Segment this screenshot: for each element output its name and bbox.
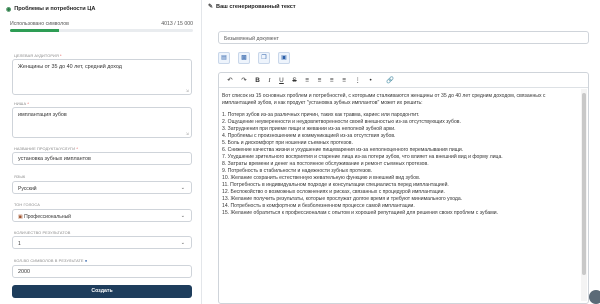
info-icon: ● bbox=[84, 258, 88, 263]
content-list-item: 11. Потребность в индивидуальном подходе… bbox=[222, 182, 449, 188]
lightbulb-icon: ◉ bbox=[6, 6, 12, 13]
document-actions: ▤ ▩ ❐ ▣ bbox=[218, 52, 290, 64]
content-list-item: 12. Беспокойство о возможных осложнениях… bbox=[222, 189, 445, 195]
result-title: Ваш сгенерированный текст bbox=[216, 3, 296, 10]
content-intro: Вот список из 15 основных проблем и потр… bbox=[222, 93, 546, 106]
chevron-down-icon: ⌄ bbox=[180, 213, 185, 219]
content-list-item: 14. Потребность в комфортном и безболезн… bbox=[222, 203, 415, 209]
results-label: Количество результатов bbox=[14, 230, 71, 235]
product-value: установка зубных имплантов bbox=[18, 156, 91, 162]
content-list-item: 7. Ухудшение зрительного восприятия и ст… bbox=[222, 154, 503, 160]
results-value: 1 bbox=[18, 240, 21, 247]
content-list: 1. Потеря зубов из-за различных причин, … bbox=[222, 112, 572, 217]
usage-count: 4013 / 15 000 bbox=[161, 21, 193, 27]
copy-icon[interactable]: ❐ bbox=[258, 52, 270, 64]
doc-icon[interactable]: ▤ bbox=[218, 52, 230, 64]
tone-label: Тон голоса bbox=[14, 202, 40, 207]
results-select[interactable]: 1 ⌄ bbox=[12, 236, 192, 249]
language-select[interactable]: Русский ⌄ bbox=[12, 181, 192, 194]
language-label: Язык bbox=[14, 174, 26, 179]
audience-value: Женщины от 35 до 40 лет, средний доход bbox=[18, 64, 122, 70]
chevron-down-icon: ⌄ bbox=[180, 185, 185, 191]
generator-form-panel: ◉ Проблемы и потребности ЦА Использовано… bbox=[0, 0, 202, 304]
tone-value: Профессиональный bbox=[24, 213, 71, 220]
scrollbar-thumb[interactable] bbox=[582, 93, 586, 275]
tone-select[interactable]: ▣ Профессиональный ⌄ bbox=[12, 209, 192, 222]
form-title: Проблемы и потребности ЦА bbox=[14, 6, 96, 12]
content-list-item: 5. Боль и дискомфорт при ношении съемных… bbox=[222, 140, 353, 146]
content-list-item: 4. Проблемы с произношением и коммуникац… bbox=[222, 133, 396, 139]
audience-label: Целевая аудитория * bbox=[14, 53, 62, 58]
redo-icon[interactable]: ↷ bbox=[241, 73, 246, 88]
document-name-input[interactable]: Безымянный документ bbox=[218, 31, 589, 44]
pencil-icon: ✎ bbox=[208, 4, 214, 10]
form-header: ◉ Проблемы и потребности ЦА bbox=[6, 3, 201, 15]
result-header: ✎ Ваш сгенерированный текст bbox=[208, 3, 296, 11]
create-button[interactable]: Создать bbox=[12, 285, 192, 298]
align-center-icon[interactable]: ≡ bbox=[318, 73, 322, 88]
content-list-item: 10. Желание сохранить естественную жеват… bbox=[222, 175, 421, 181]
content-list-item: 6. Снижение качества жизни и ухудшение п… bbox=[222, 147, 464, 153]
niche-value: имплантация зубов bbox=[18, 112, 67, 118]
editor-toolbar: ↶ ↷ B I U S ≡ ≡ ≡ ≡ ⋮ • 🔗 bbox=[219, 73, 588, 88]
align-right-icon[interactable]: ≡ bbox=[330, 73, 334, 88]
usage-progress-bar bbox=[10, 29, 193, 32]
align-left-icon[interactable]: ≡ bbox=[305, 73, 309, 88]
strike-icon[interactable]: S bbox=[292, 73, 296, 88]
language-value: Русский bbox=[18, 185, 37, 192]
content-list-item: 9. Потребность в стабильности и надежнос… bbox=[222, 168, 373, 174]
usage-row: Использовано символов 4013 / 15 000 bbox=[10, 21, 193, 27]
italic-icon[interactable]: I bbox=[268, 73, 270, 88]
chars-input[interactable]: 2000 bbox=[12, 265, 192, 278]
undo-icon[interactable]: ↶ bbox=[227, 73, 232, 88]
editor-content[interactable]: Вот список из 15 основных проблем и потр… bbox=[219, 88, 588, 217]
audience-textarea[interactable]: Женщины от 35 до 40 лет, средний доход ⇲ bbox=[12, 59, 192, 95]
content-list-item: 3. Затруднения при приеме пищи и жевании… bbox=[222, 126, 396, 132]
chars-value: 2000 bbox=[18, 269, 30, 275]
bullet-list-icon[interactable]: • bbox=[370, 73, 372, 88]
content-list-item: 13. Желание получить результаты, которые… bbox=[222, 196, 463, 202]
document-name-value: Безымянный документ bbox=[224, 35, 279, 42]
content-list-item: 15. Желание обратиться к профессионалам … bbox=[222, 210, 498, 216]
resize-handle-icon[interactable]: ⇲ bbox=[186, 88, 189, 93]
usage-progress-fill bbox=[10, 29, 59, 32]
link-icon[interactable]: 🔗 bbox=[386, 73, 394, 88]
justify-icon[interactable]: ≡ bbox=[342, 73, 346, 88]
text-editor[interactable]: ↶ ↷ B I U S ≡ ≡ ≡ ≡ ⋮ • 🔗 Вот список из … bbox=[218, 72, 589, 304]
usage-label: Использовано символов bbox=[10, 21, 69, 27]
word-export-icon[interactable]: ▩ bbox=[238, 52, 250, 64]
product-label: Название продукта/услуги * bbox=[14, 146, 78, 151]
content-list-item: 2. Ощущение неуверенности и неудовлетвор… bbox=[222, 119, 461, 125]
product-input[interactable]: установка зубных имплантов bbox=[12, 152, 192, 165]
content-list-item: 8. Затраты времени и денег на постоянное… bbox=[222, 161, 429, 167]
save-icon[interactable]: ▣ bbox=[278, 52, 290, 64]
content-list-item: 1. Потеря зубов из-за различных причин, … bbox=[222, 112, 420, 118]
briefcase-icon: ▣ bbox=[18, 213, 23, 220]
result-panel: ✎ Ваш сгенерированный текст Безымянный д… bbox=[202, 0, 600, 304]
resize-handle-icon[interactable]: ⇲ bbox=[186, 131, 189, 136]
niche-textarea[interactable]: имплантация зубов ⇲ bbox=[12, 107, 192, 138]
ordered-list-icon[interactable]: ⋮ bbox=[355, 73, 361, 88]
chevron-down-icon: ⌄ bbox=[180, 240, 185, 246]
chat-widget-icon[interactable] bbox=[589, 290, 600, 304]
bold-icon[interactable]: B bbox=[255, 73, 260, 88]
underline-icon[interactable]: U bbox=[279, 73, 284, 88]
niche-label: Ниша * bbox=[14, 101, 29, 106]
chars-label: Кол-во символов в результате ● bbox=[14, 258, 88, 263]
